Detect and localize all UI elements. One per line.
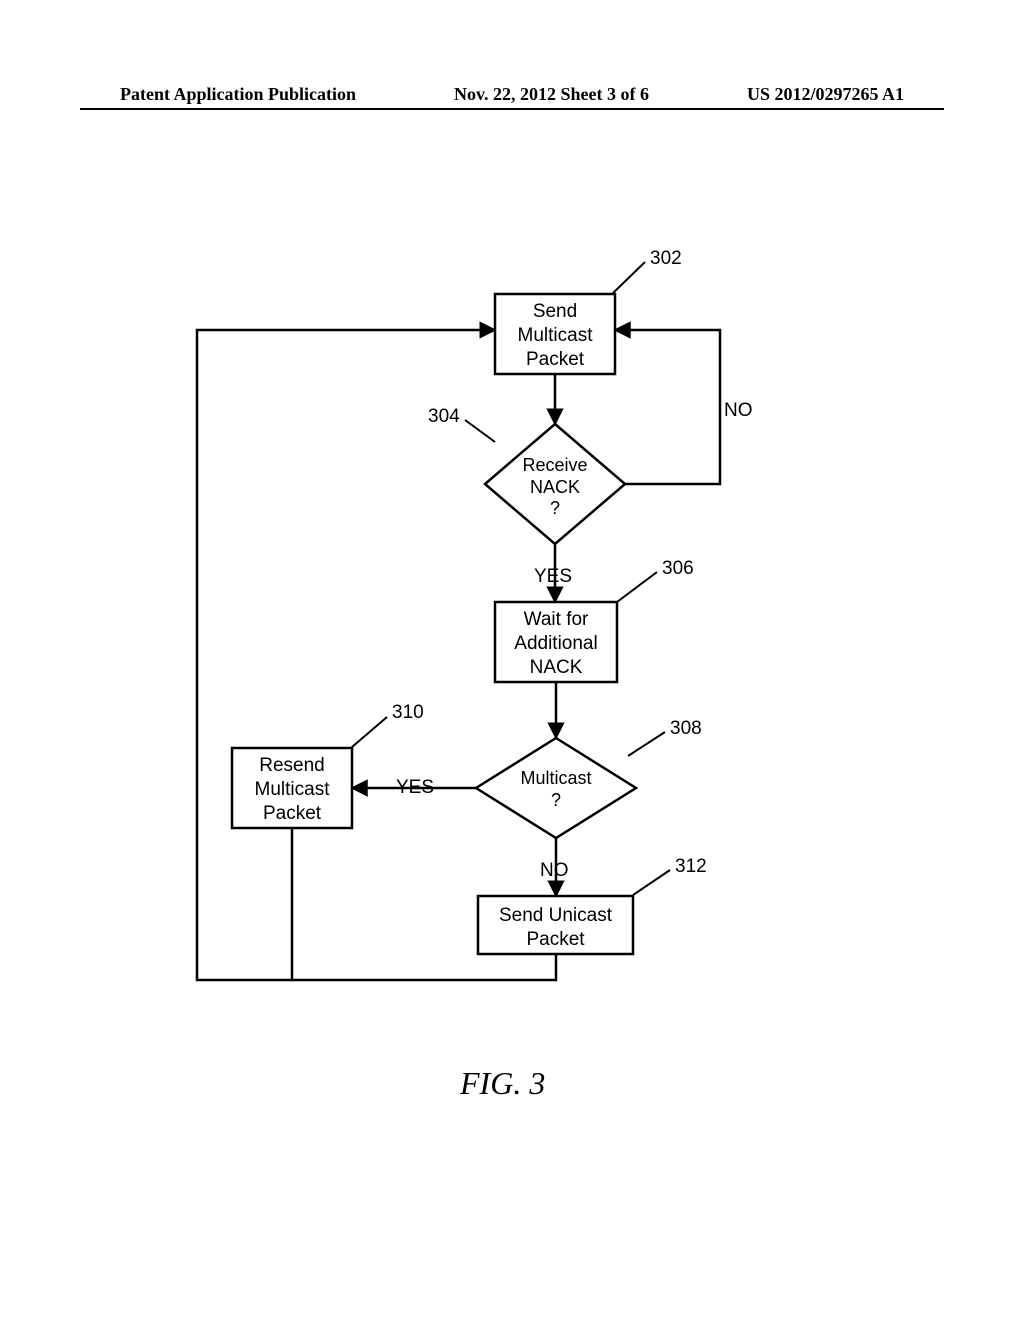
ref-308: 308 (670, 718, 702, 740)
edge-label-yes-2: YES (396, 777, 434, 799)
ref-302: 302 (650, 248, 682, 270)
node-multicast-q: Multicast ? (506, 768, 606, 811)
ref-310: 310 (392, 702, 424, 724)
ref-304: 304 (428, 406, 460, 428)
figure-caption: FIG. 3 (460, 1065, 545, 1102)
edge-label-no-2: NO (540, 860, 569, 882)
node-wait-additional-nack: Wait for Additional NACK (495, 608, 617, 679)
ref-306: 306 (662, 558, 694, 580)
edge-label-yes-1: YES (534, 566, 572, 588)
node-receive-nack: Receive NACK ? (505, 455, 605, 520)
ref-312: 312 (675, 856, 707, 878)
node-send-multicast: Send Multicast Packet (495, 300, 615, 371)
edge-label-no-1: NO (724, 400, 753, 422)
node-resend-multicast: Resend Multicast Packet (232, 754, 352, 825)
node-send-unicast: Send Unicast Packet (478, 904, 633, 952)
